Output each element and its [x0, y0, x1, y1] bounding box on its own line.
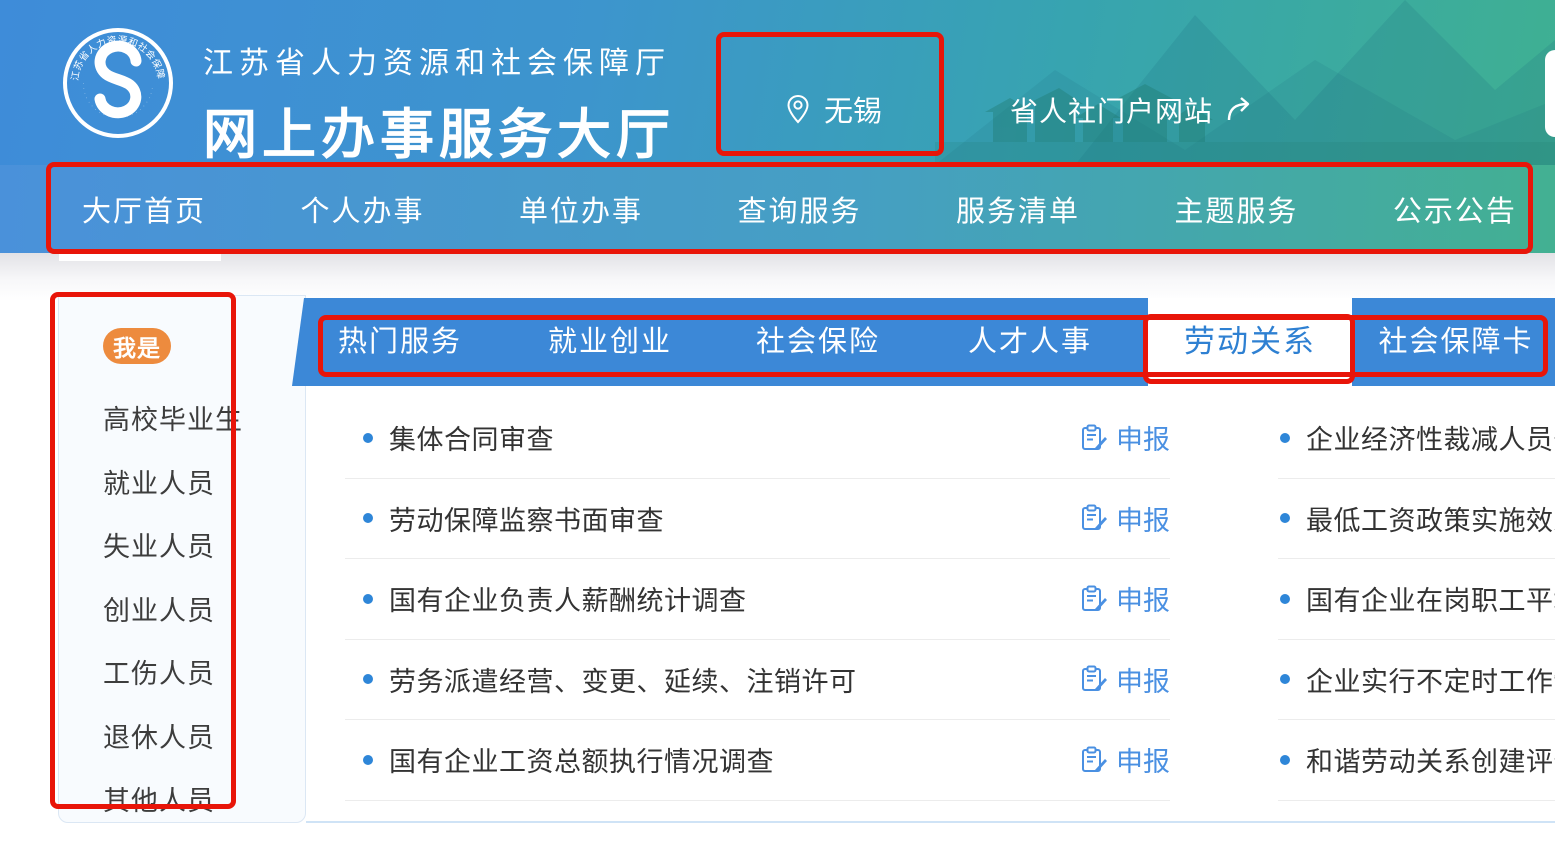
sidebar-item-employed[interactable]: 就业人员: [103, 450, 243, 514]
declare-form-icon: [1081, 504, 1107, 532]
service-row: 国有企业负责人薪酬统计调查 申报: [345, 559, 1170, 640]
sidebar-item-retired[interactable]: 退休人员: [103, 704, 243, 768]
nav-item-service-list[interactable]: 服务清单: [956, 188, 1080, 230]
nav-item-query[interactable]: 查询服务: [737, 188, 861, 230]
bullet-icon: [1280, 755, 1290, 765]
content-bottom-border: [306, 821, 1555, 823]
landscape-decor-image: [935, 0, 1555, 165]
service-row: 劳务派遣经营、变更、延续、注销许可 申报: [345, 640, 1170, 721]
declare-button[interactable]: 申报: [1081, 579, 1170, 618]
declare-form-icon: [1081, 665, 1107, 693]
bullet-icon: [1280, 594, 1290, 604]
portal-link-label: 省人社门户网站: [1010, 90, 1213, 130]
nav-shadow: [0, 253, 1555, 301]
nav-item-announcement[interactable]: 公示公告: [1393, 188, 1517, 230]
declare-form-icon: [1081, 585, 1107, 613]
service-title[interactable]: 企业实行不定时工作制: [1306, 660, 1555, 699]
service-title[interactable]: 国有企业在岗职工平均: [1306, 579, 1555, 618]
declare-label: 申报: [1116, 740, 1170, 779]
site-titles: 江苏省人力资源和社会保障厅 网上办事服务大厅: [203, 38, 675, 169]
service-title[interactable]: 国有企业负责人薪酬统计调查: [389, 579, 747, 618]
nav-item-theme[interactable]: 主题服务: [1174, 188, 1298, 230]
sidebar-item-work-injury[interactable]: 工伤人员: [103, 640, 243, 704]
service-row: 企业经济性裁减人员备: [1278, 398, 1555, 479]
header: 江苏省人力资源和社会保障厅 · · · · · · · · · · · · · …: [0, 0, 1555, 165]
declare-button[interactable]: 申报: [1081, 418, 1170, 457]
service-row: 国有企业在岗职工平均: [1278, 559, 1555, 640]
page: 江苏省人力资源和社会保障厅 · · · · · · · · · · · · · …: [0, 0, 1555, 855]
bullet-icon: [363, 594, 373, 604]
service-row: 国有企业工资总额执行情况调查 申报: [345, 720, 1170, 801]
bullet-icon: [1280, 674, 1290, 684]
declare-button[interactable]: 申报: [1081, 660, 1170, 699]
category-tabs: 热门服务 就业创业 社会保险 人才人事 劳动关系 社会保障卡: [292, 298, 1555, 386]
service-title[interactable]: 集体合同审查: [389, 418, 554, 457]
nav-item-unit[interactable]: 单位办事: [519, 188, 643, 230]
external-link-icon: [1225, 96, 1259, 124]
declare-button[interactable]: 申报: [1081, 499, 1170, 538]
page-title: 网上办事服务大厅: [203, 90, 675, 169]
service-list-right: 企业经济性裁减人员备 最低工资政策实施效果 国有企业在岗职工平均 企业实行不定时…: [1278, 398, 1555, 801]
bullet-icon: [1280, 513, 1290, 523]
location-selector[interactable]: 无锡: [786, 88, 882, 130]
floating-side-widget[interactable]: [1545, 50, 1555, 137]
tab-employment[interactable]: 就业创业: [506, 298, 714, 386]
service-row: 企业实行不定时工作制: [1278, 640, 1555, 721]
sidebar-roles: 我是 高校毕业生 就业人员 失业人员 创业人员 工伤人员 退休人员 其他人员: [58, 295, 306, 823]
service-title[interactable]: 国有企业工资总额执行情况调查: [389, 740, 774, 779]
bullet-icon: [363, 433, 373, 443]
sidebar-item-other[interactable]: 其他人员: [103, 767, 243, 831]
service-title[interactable]: 企业经济性裁减人员备: [1306, 418, 1555, 457]
service-row: 集体合同审查 申报: [345, 398, 1170, 479]
declare-form-icon: [1081, 424, 1107, 452]
active-nav-indicator: [59, 252, 221, 261]
tab-social-security-card[interactable]: 社会保障卡: [1352, 298, 1555, 386]
role-list: 高校毕业生 就业人员 失业人员 创业人员 工伤人员 退休人员 其他人员: [103, 386, 243, 831]
nav-item-personal[interactable]: 个人办事: [300, 188, 424, 230]
declare-label: 申报: [1116, 579, 1170, 618]
tab-talent[interactable]: 人才人事: [926, 298, 1134, 386]
service-title[interactable]: 劳务派遣经营、变更、延续、注销许可: [389, 660, 857, 699]
agency-logo: 江苏省人力资源和社会保障厅 · · · · · · · · · · · · · …: [62, 27, 174, 139]
main-nav: 大厅首页 个人办事 单位办事 查询服务 服务清单 主题服务 公示公告: [0, 165, 1555, 253]
bullet-icon: [363, 755, 373, 765]
declare-label: 申报: [1116, 660, 1170, 699]
sidebar-item-entrepreneur[interactable]: 创业人员: [103, 577, 243, 641]
sidebar-item-graduate[interactable]: 高校毕业生: [103, 386, 243, 450]
declare-form-icon: [1081, 746, 1107, 774]
service-title[interactable]: 最低工资政策实施效果: [1306, 499, 1555, 538]
service-row: 最低工资政策实施效果: [1278, 479, 1555, 560]
declare-label: 申报: [1116, 499, 1170, 538]
service-row: 劳动保障监察书面审查 申报: [345, 479, 1170, 560]
sidebar-item-unemployed[interactable]: 失业人员: [103, 513, 243, 577]
service-title[interactable]: 和谐劳动关系创建评价: [1306, 740, 1555, 779]
nav-item-home[interactable]: 大厅首页: [82, 188, 206, 230]
tab-labor-relations[interactable]: 劳动关系: [1148, 298, 1352, 398]
location-pin-icon: [786, 94, 810, 124]
declare-button[interactable]: 申报: [1081, 740, 1170, 779]
bullet-icon: [363, 513, 373, 523]
who-am-i-badge: 我是: [103, 328, 171, 364]
bullet-icon: [363, 674, 373, 684]
tab-social-insurance[interactable]: 社会保险: [714, 298, 922, 386]
org-title: 江苏省人力资源和社会保障厅: [203, 38, 675, 82]
service-row: 和谐劳动关系创建评价: [1278, 720, 1555, 801]
service-title[interactable]: 劳动保障监察书面审查: [389, 499, 664, 538]
service-list-left: 集体合同审查 申报 劳动保障监察书面审查: [345, 398, 1170, 801]
declare-label: 申报: [1116, 418, 1170, 457]
location-label: 无锡: [824, 88, 882, 130]
tab-hot-services[interactable]: 热门服务: [296, 298, 504, 386]
bullet-icon: [1280, 433, 1290, 443]
portal-link[interactable]: 省人社门户网站: [1010, 90, 1259, 130]
